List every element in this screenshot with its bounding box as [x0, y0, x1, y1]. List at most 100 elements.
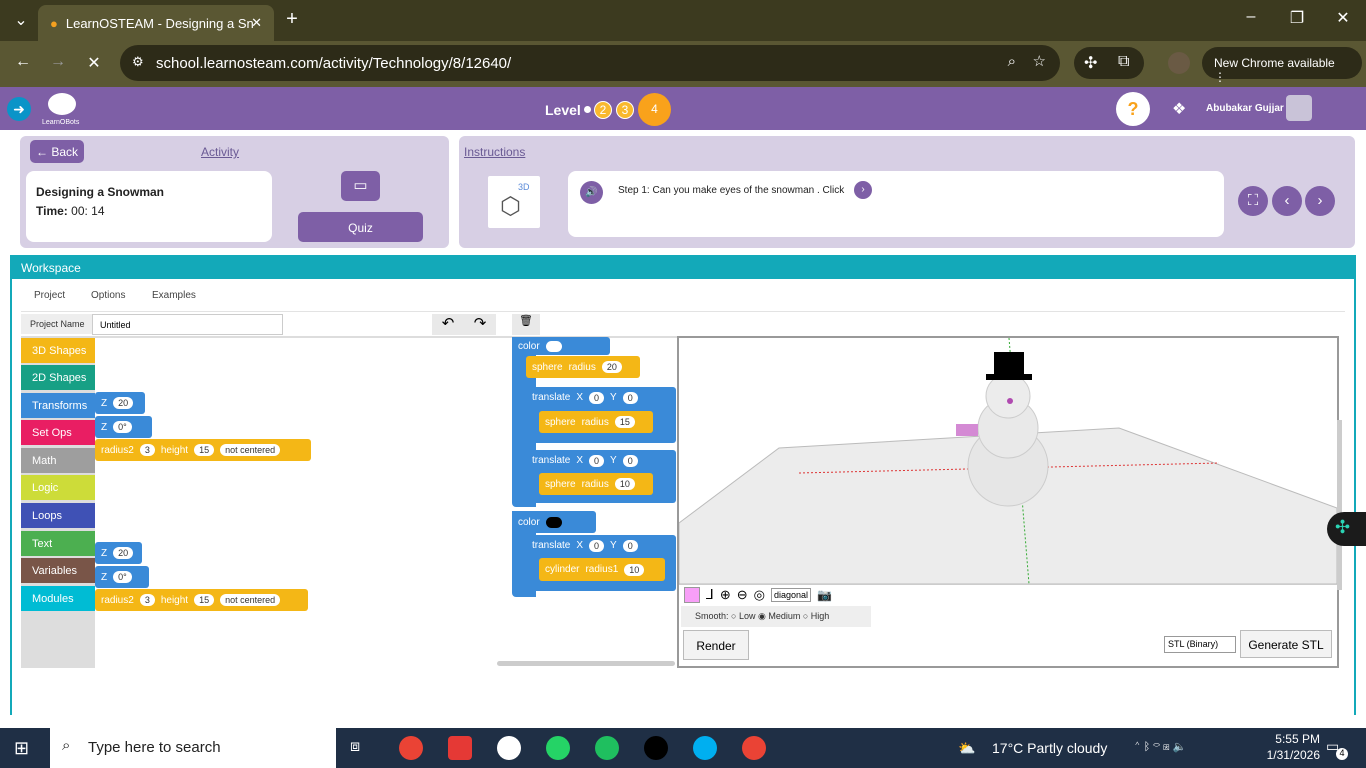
category-variables[interactable]: Variables — [21, 558, 95, 583]
project-name-input[interactable] — [92, 314, 283, 335]
category-math[interactable]: Math — [21, 448, 95, 473]
user-avatar[interactable] — [1286, 95, 1312, 121]
field[interactable]: not centered — [220, 444, 281, 456]
stop-icon[interactable]: ✕ — [79, 53, 109, 73]
color-block-2[interactable]: color — [512, 511, 596, 533]
theme-icon[interactable]: ❖ — [1172, 99, 1186, 119]
new-chrome-button[interactable]: New Chrome available ⋮ — [1202, 47, 1362, 84]
level-2[interactable]: 2 — [594, 101, 612, 119]
task-view-icon[interactable]: ⧈ — [350, 738, 360, 756]
viewer-vscrollbar[interactable] — [1337, 420, 1342, 590]
weather-icon[interactable]: ⛅ — [958, 740, 975, 757]
center-icon[interactable]: ◎ — [754, 587, 765, 603]
sidebar-toggle-icon[interactable]: ➜ — [7, 97, 31, 121]
speaker-icon[interactable]: 🔊 — [580, 181, 603, 204]
prev-instruction-icon[interactable]: ‹ — [1272, 186, 1302, 216]
tab-close-icon[interactable]: ✕ — [251, 15, 262, 31]
trash-icon[interactable]: 🗑 — [512, 314, 540, 335]
category-set-ops[interactable]: Set Ops — [21, 420, 95, 445]
field[interactable]: 0° — [113, 421, 132, 433]
field[interactable]: 0 — [589, 392, 605, 404]
smooth-medium[interactable]: Medium — [768, 611, 800, 621]
category-loops[interactable]: Loops — [21, 503, 95, 528]
site-info-icon[interactable]: ⚙ — [132, 54, 144, 70]
category-text[interactable]: Text — [21, 531, 95, 556]
zoom-in-icon[interactable]: ⊕ — [720, 587, 731, 603]
forward-icon[interactable]: → — [43, 53, 73, 71]
menu-examples[interactable]: Examples — [152, 290, 196, 301]
menu-project[interactable]: Project — [34, 290, 65, 301]
chrome-taskbar-icon[interactable] — [399, 736, 423, 760]
tab-search-icon[interactable]: ⌄ — [6, 10, 36, 30]
redo-icon[interactable]: ↷ — [464, 314, 496, 335]
back-icon[interactable]: ← — [8, 53, 38, 71]
restore-icon[interactable]: ❐ — [1282, 8, 1312, 28]
black-swatch[interactable] — [545, 516, 562, 528]
instructions-tab[interactable]: Instructions — [464, 145, 525, 159]
smooth-low[interactable]: Low — [739, 611, 756, 621]
windows-start-icon[interactable]: ⊞ — [14, 738, 29, 759]
tiktok-taskbar-icon[interactable] — [644, 736, 668, 760]
presentation-icon[interactable]: ▭ — [341, 171, 380, 201]
field[interactable]: 0 — [589, 455, 605, 467]
clock-date[interactable]: 1/31/2026 — [1256, 748, 1320, 762]
new-tab-icon[interactable]: + — [277, 8, 307, 31]
activity-tab[interactable]: Activity — [201, 145, 239, 159]
field[interactable]: 0 — [589, 540, 605, 552]
browser-tab[interactable]: ● LearnOSTEAM - Designing a Sn ✕ — [38, 5, 274, 41]
category-transforms[interactable]: Transforms — [21, 393, 95, 418]
block-z-4[interactable]: Z 0° — [95, 566, 149, 588]
field[interactable]: 15 — [194, 444, 215, 456]
address-bar[interactable]: ⚙ school.learnosteam.com/activity/Techno… — [120, 45, 1060, 81]
taskbar-search[interactable]: ⌕ Type here to search — [50, 728, 336, 768]
block-cylinder-1[interactable]: radius2 3 height 15 not centered — [95, 439, 311, 461]
zoom-icon[interactable]: ⌕ — [1008, 53, 1016, 70]
field[interactable]: 0 — [622, 392, 638, 404]
field[interactable]: 3 — [139, 594, 155, 606]
block-z-3[interactable]: Z 20 — [95, 542, 142, 564]
field[interactable]: 20 — [601, 361, 622, 373]
help-button[interactable]: ? — [1116, 92, 1150, 126]
chatgpt-sidebar-icon[interactable]: ✣ — [1327, 512, 1366, 546]
weather-text[interactable]: 17°C Partly cloudy — [992, 740, 1107, 756]
extensions-icon[interactable]: ⧉ — [1118, 53, 1129, 71]
color-picker[interactable] — [684, 586, 700, 603]
field[interactable]: 0° — [113, 571, 132, 583]
sphere-block-3[interactable]: sphere radius 10 — [539, 473, 653, 495]
zoom-out-icon[interactable]: ⊖ — [737, 587, 748, 603]
block-cylinder-2[interactable]: radius2 3 height 15 not centered — [95, 589, 308, 611]
category-logic[interactable]: Logic — [21, 475, 95, 500]
whatsapp-taskbar-icon[interactable] — [546, 736, 570, 760]
field[interactable]: 15 — [614, 416, 635, 428]
color-block-1[interactable]: color — [512, 337, 610, 355]
category-3d-shapes[interactable]: 3D Shapes — [21, 338, 95, 363]
field[interactable]: 15 — [194, 594, 215, 606]
block-z-2[interactable]: Z 0° — [95, 416, 152, 438]
category-2d-shapes[interactable]: 2D Shapes — [21, 365, 95, 390]
field[interactable]: 20 — [113, 397, 134, 409]
field[interactable]: 10 — [614, 478, 635, 490]
next-step-icon[interactable]: › — [854, 181, 872, 199]
render-button[interactable]: Render — [683, 630, 749, 660]
field[interactable]: 0 — [622, 455, 638, 467]
sphere-block-2[interactable]: sphere radius 15 — [539, 411, 653, 433]
menu-options[interactable]: Options — [91, 290, 125, 301]
sphere-block-1[interactable]: sphere radius 20 — [526, 356, 640, 378]
undo-icon[interactable]: ↶ — [432, 314, 464, 335]
category-modules[interactable]: Modules — [21, 586, 95, 611]
field[interactable]: 0 — [622, 540, 638, 552]
quiz-button[interactable]: Quiz — [298, 212, 423, 242]
tray-icons[interactable]: ⌃ ᛒ ⌔ ⧆ 🔈 — [1134, 740, 1186, 753]
level-4-current[interactable]: 4 — [638, 93, 671, 126]
bookmark-star-icon[interactable]: ☆ — [1033, 52, 1046, 70]
white-swatch[interactable] — [545, 340, 562, 352]
back-button[interactable]: ← Back — [30, 140, 84, 163]
axes-icon[interactable]: ⅃ — [706, 586, 714, 603]
chatgpt-extension-icon[interactable]: ✣ — [1084, 53, 1097, 73]
camera-icon[interactable]: 📷 — [817, 588, 832, 602]
profile-avatar[interactable] — [1168, 52, 1190, 74]
chatgpt-taskbar-icon[interactable] — [497, 736, 521, 760]
field[interactable]: not centered — [220, 594, 281, 606]
field[interactable]: 10 — [624, 563, 645, 576]
view-select[interactable]: diagonal — [770, 587, 811, 602]
